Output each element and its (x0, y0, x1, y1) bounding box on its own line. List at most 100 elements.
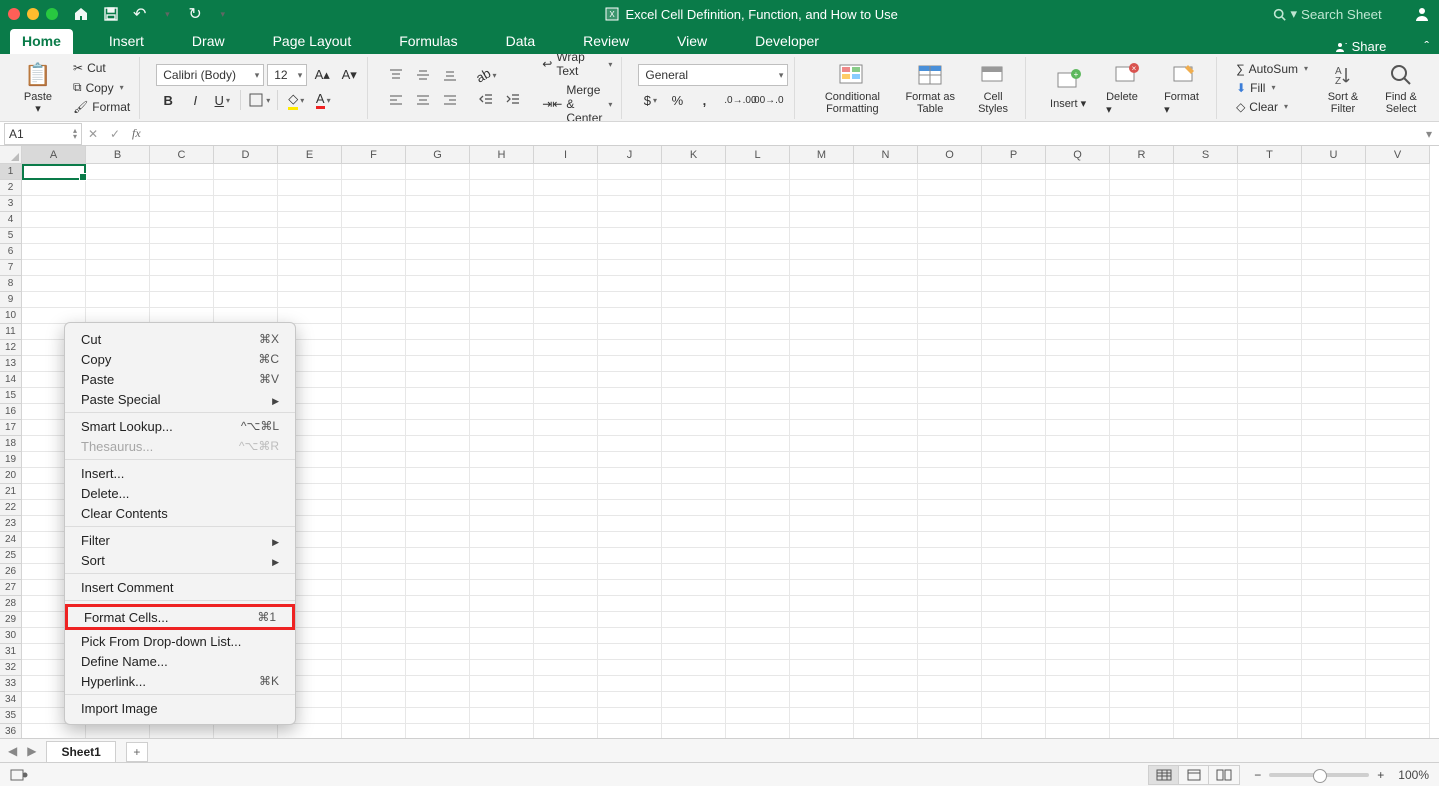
cell[interactable] (1238, 260, 1302, 276)
cell[interactable] (982, 452, 1046, 468)
cell[interactable] (982, 292, 1046, 308)
cell[interactable] (1110, 628, 1174, 644)
cell[interactable] (470, 692, 534, 708)
cell[interactable] (662, 356, 726, 372)
cell[interactable] (22, 292, 86, 308)
cell[interactable] (662, 228, 726, 244)
save-icon[interactable] (103, 6, 119, 22)
cell[interactable] (278, 196, 342, 212)
home-icon[interactable] (73, 6, 89, 22)
cell[interactable] (1174, 372, 1238, 388)
cell[interactable] (1110, 468, 1174, 484)
cell[interactable] (790, 628, 854, 644)
align-top-icon[interactable] (384, 64, 408, 86)
cell[interactable] (1046, 500, 1110, 516)
cell[interactable] (1366, 212, 1430, 228)
cell[interactable] (1238, 692, 1302, 708)
cell[interactable] (662, 276, 726, 292)
cell[interactable] (406, 180, 470, 196)
cell[interactable] (1174, 468, 1238, 484)
cell[interactable] (854, 628, 918, 644)
cell[interactable] (1366, 612, 1430, 628)
cell[interactable] (982, 564, 1046, 580)
cell[interactable] (598, 292, 662, 308)
cell[interactable] (534, 212, 598, 228)
cell[interactable] (598, 196, 662, 212)
cell[interactable] (918, 468, 982, 484)
cell[interactable] (982, 676, 1046, 692)
cell[interactable] (1238, 180, 1302, 196)
cell[interactable] (1174, 548, 1238, 564)
cell[interactable] (470, 660, 534, 676)
cell[interactable] (662, 452, 726, 468)
cell[interactable] (982, 532, 1046, 548)
cell[interactable] (854, 468, 918, 484)
cell[interactable] (406, 212, 470, 228)
cell[interactable] (406, 564, 470, 580)
cell[interactable] (1174, 644, 1238, 660)
cell[interactable] (726, 404, 790, 420)
cell[interactable] (598, 612, 662, 628)
cell[interactable] (1366, 356, 1430, 372)
cell[interactable] (1238, 196, 1302, 212)
cell[interactable] (342, 356, 406, 372)
cell[interactable] (534, 308, 598, 324)
cell[interactable] (534, 660, 598, 676)
cell[interactable] (470, 548, 534, 564)
cell[interactable] (1302, 724, 1366, 738)
tab-insert[interactable]: Insert (97, 29, 156, 54)
cell[interactable] (1238, 356, 1302, 372)
cell[interactable] (726, 564, 790, 580)
ctx-clear-contents[interactable]: Clear Contents (65, 503, 295, 523)
cell[interactable] (406, 388, 470, 404)
cell[interactable] (1110, 580, 1174, 596)
cell[interactable] (150, 180, 214, 196)
delete-cells-button[interactable]: × Delete ▾ (1100, 57, 1152, 119)
cell[interactable] (1302, 324, 1366, 340)
cell[interactable] (854, 436, 918, 452)
cell[interactable] (1302, 404, 1366, 420)
cell[interactable] (598, 644, 662, 660)
cell[interactable] (1238, 420, 1302, 436)
cell[interactable] (1110, 164, 1174, 180)
cell[interactable] (1302, 468, 1366, 484)
cell[interactable] (470, 580, 534, 596)
cell[interactable] (726, 164, 790, 180)
cell[interactable] (1366, 292, 1430, 308)
cell[interactable] (1366, 660, 1430, 676)
formula-input[interactable] (147, 123, 1419, 145)
cell[interactable] (278, 292, 342, 308)
autosum-button[interactable]: ∑AutoSum (1233, 61, 1311, 77)
tab-review[interactable]: Review (571, 29, 641, 54)
cell[interactable] (1110, 260, 1174, 276)
cell[interactable] (726, 596, 790, 612)
cancel-formula-icon[interactable]: ✕ (82, 127, 104, 141)
col-header-E[interactable]: E (278, 146, 342, 164)
cell[interactable] (214, 292, 278, 308)
cell[interactable] (982, 644, 1046, 660)
cell[interactable] (790, 308, 854, 324)
undo-dropdown-icon[interactable]: ▾ (160, 9, 174, 20)
bold-button[interactable]: B (156, 89, 180, 111)
cell[interactable] (726, 196, 790, 212)
cell[interactable] (1174, 164, 1238, 180)
col-header-O[interactable]: O (918, 146, 982, 164)
cell[interactable] (598, 244, 662, 260)
cell[interactable] (598, 516, 662, 532)
cell[interactable] (598, 372, 662, 388)
cell[interactable] (854, 724, 918, 738)
cell[interactable] (1302, 532, 1366, 548)
cell[interactable] (470, 212, 534, 228)
cell[interactable] (1366, 580, 1430, 596)
cell[interactable] (278, 260, 342, 276)
cell[interactable] (406, 292, 470, 308)
cell[interactable] (1174, 580, 1238, 596)
cell[interactable] (534, 420, 598, 436)
cell[interactable] (214, 276, 278, 292)
cell[interactable] (982, 484, 1046, 500)
cell[interactable] (854, 532, 918, 548)
cell[interactable] (1046, 596, 1110, 612)
cell[interactable] (470, 452, 534, 468)
cell[interactable] (662, 212, 726, 228)
row-header-33[interactable]: 33 (0, 676, 22, 692)
